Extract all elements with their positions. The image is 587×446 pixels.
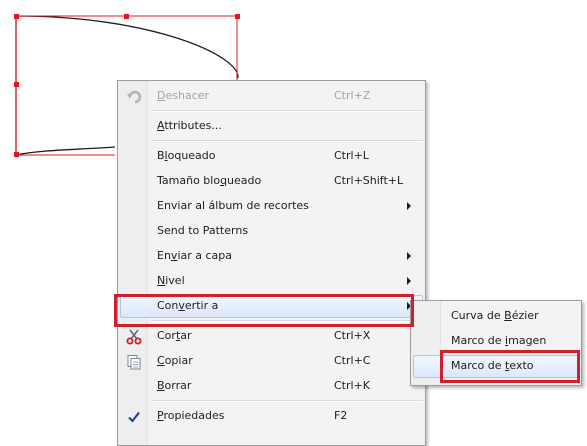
menu-item-shortcut: Ctrl+K — [334, 379, 371, 392]
context-menu: Deshacer Ctrl+Z Attributes... Bloqueado Ctrl… — [117, 80, 426, 446]
mnemonic-underline: B — [157, 379, 165, 392]
context-menu-item-copiar[interactable]: Copiar Ctrl+C — [118, 349, 425, 374]
callout-frame-text-frame — [440, 350, 580, 383]
mnemonic-underline: D — [157, 89, 166, 102]
undo-icon — [126, 89, 142, 105]
selection-handle[interactable] — [14, 152, 19, 157]
menu-item-label: Copiar — [157, 354, 193, 367]
menu-item-label: Nivel — [157, 274, 185, 287]
menu-item-label: Send to Patterns — [157, 224, 249, 237]
mnemonic-underline: B — [504, 309, 512, 322]
submenu-item-curva-de-bezier[interactable]: Curva de Bézier — [411, 304, 581, 329]
menu-item-label: Enviar al álbum de recortes — [157, 199, 309, 212]
menu-item-shortcut: F2 — [334, 409, 348, 422]
context-menu-item-nivel[interactable]: Nivel — [118, 269, 425, 294]
context-menu-item-deshacer[interactable]: Deshacer Ctrl+Z — [118, 84, 425, 109]
mnemonic-underline: v — [170, 249, 178, 262]
mnemonic-underline: i — [505, 334, 509, 347]
copy-icon — [126, 354, 142, 370]
scissors-icon — [126, 329, 142, 345]
menu-item-shortcut: Ctrl+L — [334, 149, 369, 162]
menu-separator — [151, 140, 423, 142]
submenu-arrow-icon — [407, 252, 411, 260]
menu-item-shortcut: Ctrl+Shift+L — [334, 174, 404, 187]
menu-item-label: Attributes... — [157, 119, 222, 132]
context-menu-item-bloqueado[interactable]: Bloqueado Ctrl+L — [118, 144, 425, 169]
menu-item-label: Cortar — [157, 329, 192, 342]
menu-item-label: Bloqueado — [157, 149, 216, 162]
context-menu-item-attributes[interactable]: Attributes... — [118, 114, 425, 139]
submenu-arrow-icon — [407, 202, 411, 210]
checkmark-icon — [126, 409, 142, 425]
menu-item-shortcut: Ctrl+C — [334, 354, 371, 367]
menu-item-label: Marco de imagen — [451, 334, 547, 347]
menu-item-shortcut: Ctrl+Z — [334, 89, 371, 102]
menu-item-label: Deshacer — [157, 89, 210, 102]
mnemonic-underline: A — [157, 119, 165, 132]
context-menu-item-enviar-a-capa[interactable]: Enviar a capa — [118, 244, 425, 269]
menu-item-shortcut: Ctrl+X — [334, 329, 371, 342]
submenu-arrow-icon — [407, 277, 411, 285]
mnemonic-underline: C — [157, 354, 165, 367]
context-menu-item-tamano-bloqueado[interactable]: Tamaño bloqueado Ctrl+Shift+L — [118, 169, 425, 194]
mnemonic-underline: l — [164, 149, 168, 162]
selection-handle[interactable] — [235, 14, 240, 19]
context-menu-item-send-to-patterns[interactable]: Send to Patterns — [118, 219, 425, 244]
context-menu-item-enviar-al-album-de-recortes[interactable]: Enviar al álbum de recortes — [118, 194, 425, 219]
mnemonic-underline: P — [157, 409, 164, 422]
callout-frame-convert — [114, 294, 414, 327]
mnemonic-underline: q — [220, 174, 228, 187]
context-menu-item-propiedades[interactable]: Propiedades F2 — [118, 404, 425, 429]
mnemonic-underline: N — [157, 274, 166, 287]
selection-handle[interactable] — [14, 82, 19, 87]
menu-separator — [151, 400, 423, 402]
mnemonic-underline: t — [175, 329, 181, 342]
menu-item-label: Propiedades — [157, 409, 225, 422]
context-menu-item-borrar[interactable]: Borrar Ctrl+K — [118, 374, 425, 399]
selection-handle[interactable] — [14, 14, 19, 19]
menu-item-label: Borrar — [157, 379, 192, 392]
menu-separator — [151, 110, 423, 112]
menu-item-label: Enviar a capa — [157, 249, 233, 262]
selection-handle[interactable] — [124, 14, 129, 19]
menu-item-label: Curva de Bézier — [451, 309, 539, 322]
context-menu-item-cortar[interactable]: Cortar Ctrl+X — [118, 324, 425, 349]
menu-item-label: Tamaño bloqueado — [157, 174, 262, 187]
